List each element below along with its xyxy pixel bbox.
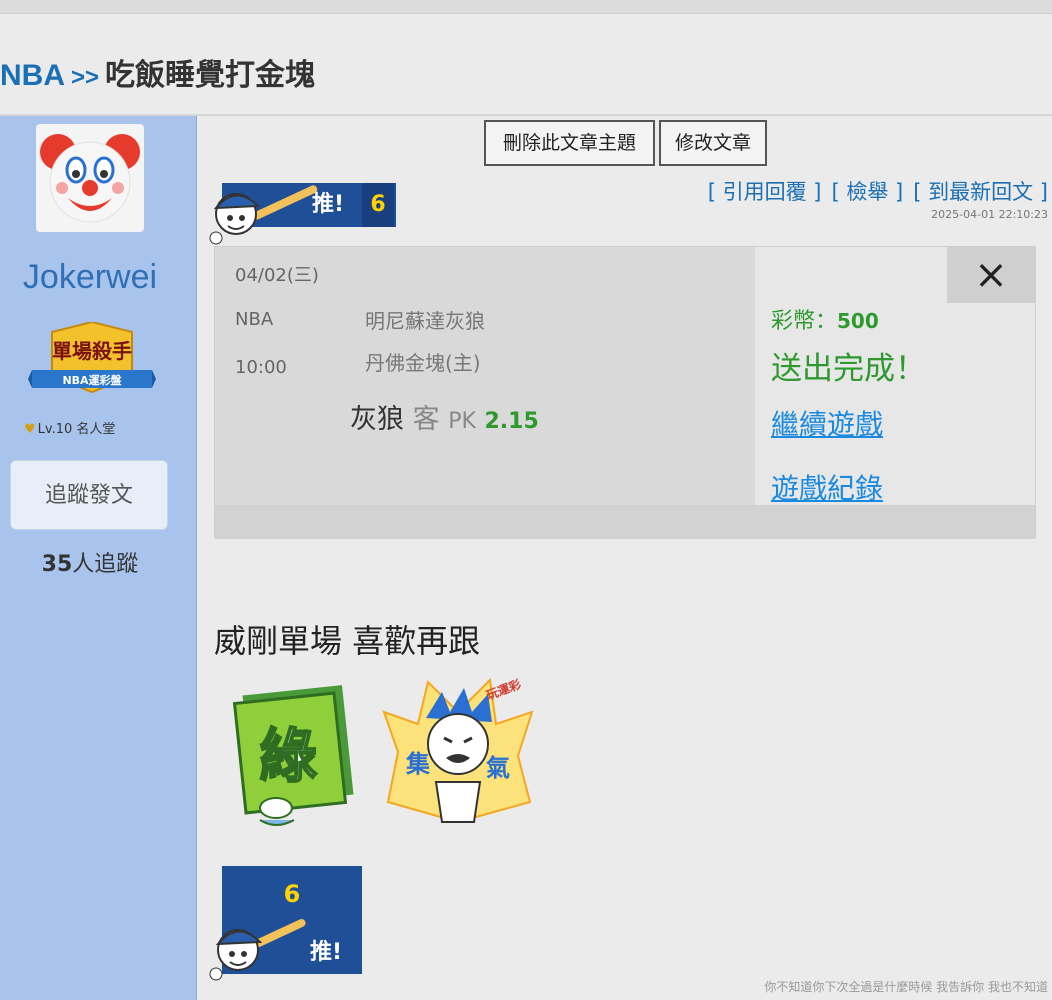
close-icon[interactable]: × — [947, 247, 1035, 303]
pick-side: 客 — [412, 404, 440, 435]
pick-type: PK — [448, 409, 476, 434]
badge-subtitle: NBA運彩盤 — [62, 373, 122, 387]
post-links: [ 引用回覆 ] [ 檢舉 ] [ 到最新回文 ] — [698, 176, 1048, 206]
push-label: 推! — [312, 192, 345, 217]
bet-slip-card: 04/02(三) NBA 10:00 明尼蘇達灰狼 丹佛金塊(主) 灰狼 客 P… — [214, 246, 1036, 539]
continue-game-link[interactable]: 繼續遊戲 — [771, 403, 883, 443]
level-text: Lv.10 名人堂 — [37, 422, 116, 437]
gather-energy-sticker: 集 氣 玩運彩 — [382, 676, 534, 824]
post-body-text: 威剛單場 喜歡再跟 — [214, 622, 481, 660]
followers-count: 35人追蹤 — [0, 546, 180, 578]
username[interactable]: Jokerwei — [0, 258, 180, 297]
rank-badge: 單場殺手 NBA運彩盤 — [28, 322, 156, 394]
game-records-link[interactable]: 遊戲紀錄 — [771, 467, 883, 507]
bet-card-footer — [215, 505, 1035, 539]
follow-posts-button[interactable]: 追蹤發文 — [10, 460, 168, 530]
coin-label: 彩幣： — [771, 309, 838, 334]
page-title: 吃飯睡覺打金塊 — [105, 59, 316, 92]
coin-amount: 彩幣：500 — [771, 303, 879, 335]
badge-title: 單場殺手 — [52, 339, 132, 363]
bet-time: 10:00 — [235, 357, 287, 378]
quote-reply-link[interactable]: [ 引用回覆 ] — [708, 180, 822, 204]
bet-date: 04/02(三) — [235, 265, 319, 286]
report-link[interactable]: [ 檢舉 ] — [832, 180, 904, 204]
user-signature: 你不知道你下次全過是什麼時候 我告訴你 我也不知道 — [764, 980, 1048, 994]
delete-topic-button[interactable]: 刪除此文章主題 — [484, 120, 655, 166]
post-timestamp: 2025-04-01 22:10:23 — [931, 208, 1048, 221]
green-card-sticker: 綠 — [232, 685, 354, 826]
push-count-bottom: 6 — [283, 880, 301, 908]
coin-value: 500 — [837, 309, 879, 333]
author-sidebar: Jokerwei 單場殺手 NBA運彩盤 ♥ Lv.10 名人堂 追蹤發文 35人… — [0, 116, 197, 1000]
push-label-bottom: 推! — [310, 940, 343, 965]
bet-league: NBA — [235, 309, 274, 330]
sticker-left-text: 集 — [405, 750, 431, 778]
followers-number: 35 — [41, 552, 73, 577]
clown-face-icon — [40, 134, 140, 223]
top-border — [0, 0, 1052, 14]
submit-success-text: 送出完成！ — [771, 351, 926, 387]
sticker-right-text: 氣 — [486, 754, 510, 782]
team-home: 丹佛金塊(主) — [365, 351, 481, 375]
team-away: 明尼蘇達灰狼 — [365, 309, 485, 333]
pick-team: 灰狼 — [350, 404, 404, 435]
baseball-mascot-icon — [209, 919, 306, 981]
user-level: ♥ Lv.10 名人堂 — [24, 418, 115, 437]
latest-reply-link[interactable]: [ 到最新回文 ] — [913, 180, 1048, 204]
pick-odds: 2.15 — [484, 409, 539, 434]
trophy-icon: ♥ — [24, 422, 36, 437]
breadcrumb: NBA >> 吃飯睡覺打金塊 — [0, 50, 316, 92]
bet-pick: 灰狼 客 PK 2.15 — [350, 397, 539, 436]
breadcrumb-board-link[interactable]: NBA — [0, 59, 65, 92]
followers-suffix: 人追蹤 — [72, 552, 139, 577]
bet-confirmation-panel: × 彩幣：500 送出完成！ 繼續遊戲 遊戲紀錄 — [755, 247, 1035, 505]
avatar[interactable] — [36, 124, 144, 232]
breadcrumb-separator: >> — [71, 64, 100, 91]
green-card-text: 綠 — [259, 722, 317, 790]
push-count: 6 — [362, 183, 394, 227]
edit-post-button[interactable]: 修改文章 — [659, 120, 767, 166]
